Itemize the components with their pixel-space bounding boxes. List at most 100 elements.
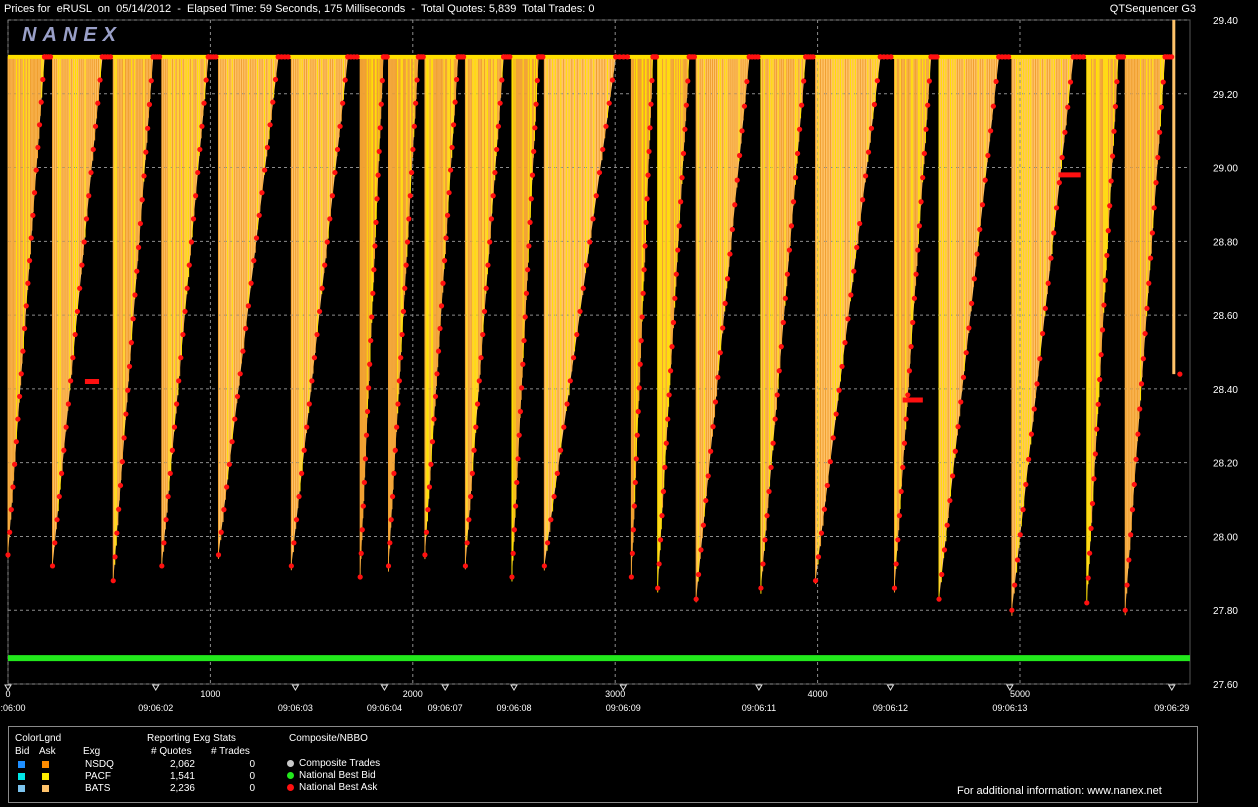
best-ask-point [659, 513, 665, 519]
best-ask-point [324, 239, 330, 245]
best-ask-point [1065, 104, 1071, 110]
y-tick-label: 28.60 [1213, 311, 1238, 322]
best-ask-point [523, 290, 530, 296]
best-ask-point [1017, 532, 1023, 538]
best-ask-point [786, 247, 793, 253]
best-ask-point [509, 574, 515, 580]
best-ask-point [389, 493, 396, 500]
best-ask-point [288, 563, 294, 569]
best-ask-point [533, 101, 539, 107]
best-ask-point [428, 461, 434, 467]
best-ask-point [629, 550, 635, 556]
best-ask-point [960, 374, 967, 380]
best-ask-point [432, 393, 439, 400]
best-ask-point [528, 196, 534, 202]
best-ask-point [788, 223, 795, 229]
best-ask-point [634, 432, 640, 438]
best-ask-point [425, 507, 431, 513]
best-ask-point [683, 102, 689, 108]
time-marker [1167, 684, 1176, 691]
best-ask-point [112, 554, 118, 560]
best-ask-point [708, 448, 714, 454]
best-ask-point [385, 563, 392, 569]
best-ask-point [848, 292, 854, 298]
best-ask-point [526, 243, 532, 249]
best-ask-point [1045, 280, 1051, 286]
best-ask-point [61, 447, 67, 453]
best-ask-point [830, 435, 836, 441]
best-ask-point [65, 401, 71, 407]
time-label: 09:06:07 [428, 703, 463, 713]
best-ask-point [224, 484, 230, 490]
best-ask-point [1137, 406, 1143, 412]
best-ask-point [1177, 371, 1183, 377]
best-ask-point [1098, 352, 1104, 358]
best-ask-point [656, 561, 662, 567]
best-ask-point [148, 78, 154, 84]
best-ask-point [358, 550, 364, 556]
best-ask-point [700, 522, 706, 528]
best-ask-point [197, 146, 203, 153]
best-ask-point [83, 216, 90, 222]
best-ask-point [764, 513, 770, 519]
color-legend-title: ColorLgnd [15, 733, 62, 744]
best-ask-point [454, 76, 460, 83]
best-ask-point [301, 447, 307, 453]
best-ask-point [232, 416, 238, 422]
footer-link-text[interactable]: For additional information: www.nanex.ne… [957, 785, 1162, 797]
best-ask-point [548, 517, 554, 523]
best-ask-point [511, 527, 517, 533]
best-ask-point [1085, 575, 1091, 581]
best-ask-point [691, 54, 698, 60]
best-ask-point [551, 493, 557, 500]
best-ask-point [833, 411, 839, 417]
best-ask-point [63, 424, 69, 430]
best-ask-point [226, 461, 232, 467]
best-ask-point [190, 216, 197, 222]
best-ask-point [782, 295, 788, 301]
best-ask-point [1124, 582, 1130, 588]
best-ask-point [1111, 128, 1117, 134]
best-ask-point [314, 331, 320, 338]
best-ask-point [306, 401, 312, 407]
best-ask-point [72, 331, 78, 338]
best-ask-point [1135, 431, 1141, 437]
best-ask-point [950, 473, 956, 479]
best-ask-point [760, 561, 766, 567]
best-ask-point [1104, 252, 1110, 259]
best-ask-point [13, 439, 19, 445]
x-tick-label: 2000 [403, 689, 423, 699]
best-ask-point [141, 173, 147, 179]
best-ask-point [532, 125, 538, 131]
best-ask-point [74, 308, 81, 315]
exg-name: NSDQ [85, 759, 114, 770]
best-ask-point [1158, 104, 1165, 110]
pacf-ask-swatch [42, 773, 49, 780]
best-ask-point [480, 331, 486, 338]
best-ask-point [810, 54, 816, 60]
best-ask-point [474, 401, 481, 407]
best-ask-point [934, 54, 940, 60]
best-ask-point [1131, 481, 1137, 488]
nsdq-ask-swatch [42, 761, 49, 768]
best-ask-point [577, 308, 583, 315]
best-ask-point [134, 268, 140, 274]
best-ask-point [199, 123, 205, 129]
best-ask-point [1169, 54, 1175, 60]
best-ask-point [251, 258, 257, 264]
time-label: 09:06:02 [138, 703, 173, 713]
nsdq-bid-swatch [18, 761, 25, 768]
best-ask-point [492, 169, 498, 176]
best-ask-point [727, 251, 733, 257]
best-ask-point [272, 76, 279, 83]
best-ask-point [574, 331, 580, 338]
best-ask-point [21, 325, 28, 332]
best-ask-point [755, 54, 761, 60]
best-ask-point [710, 424, 716, 430]
best-ask-point [515, 456, 521, 462]
best-ask-point [451, 122, 457, 128]
best-ask-point [178, 355, 184, 361]
best-ask-point [827, 459, 833, 465]
best-ask-point [955, 424, 961, 430]
time-label: 09:06:03 [278, 703, 313, 713]
